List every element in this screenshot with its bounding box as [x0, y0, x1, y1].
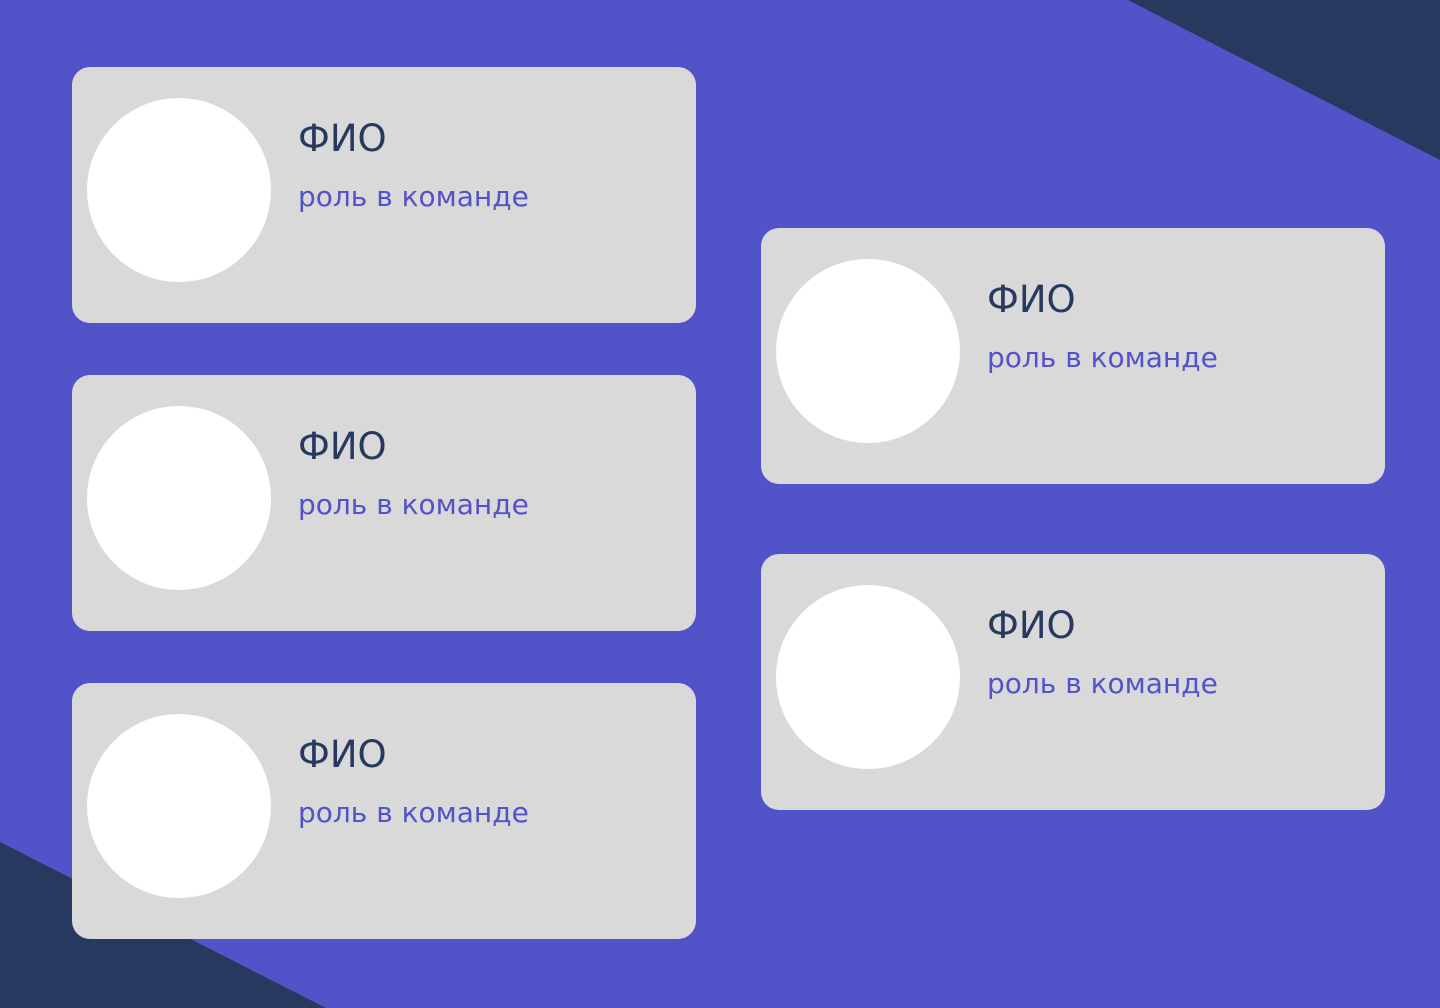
member-role: роль в команде [298, 488, 529, 521]
team-member-card: ФИО роль в команде [72, 683, 696, 939]
top-right-corner-shape [1128, 0, 1440, 160]
avatar [776, 585, 960, 769]
avatar [87, 406, 271, 590]
team-member-card: ФИО роль в команде [72, 67, 696, 323]
member-role: роль в команде [298, 796, 529, 829]
member-name: ФИО [298, 425, 387, 468]
member-name: ФИО [298, 733, 387, 776]
member-name: ФИО [987, 278, 1076, 321]
member-role: роль в команде [298, 180, 529, 213]
avatar [87, 98, 271, 282]
team-member-card: ФИО роль в команде [72, 375, 696, 631]
member-role: роль в команде [987, 341, 1218, 374]
team-member-card: ФИО роль в команде [761, 228, 1385, 484]
avatar [87, 714, 271, 898]
avatar [776, 259, 960, 443]
team-member-card: ФИО роль в команде [761, 554, 1385, 810]
member-name: ФИО [298, 117, 387, 160]
member-name: ФИО [987, 604, 1076, 647]
member-role: роль в команде [987, 667, 1218, 700]
